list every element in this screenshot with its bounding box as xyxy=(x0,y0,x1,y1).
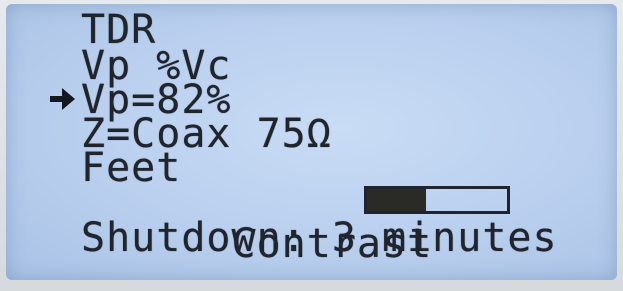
contrast-level-fill xyxy=(367,189,426,211)
shutdown-value: 3 minutes xyxy=(331,215,558,261)
lcd-screen: TDR Vp %Vc Vp=82% Z=Coax 75Ω Feet Contra… xyxy=(6,4,617,280)
right-arrow-cursor-icon xyxy=(50,88,75,110)
contrast-level-bar[interactable] xyxy=(364,186,510,214)
menu-item-units[interactable]: Feet xyxy=(81,148,181,188)
device-bezel: TDR Vp %Vc Vp=82% Z=Coax 75Ω Feet Contra… xyxy=(0,0,623,291)
menu-item-shutdown[interactable]: Shutdown: 3 minutes xyxy=(81,218,558,258)
shutdown-label: Shutdown: xyxy=(81,215,307,261)
